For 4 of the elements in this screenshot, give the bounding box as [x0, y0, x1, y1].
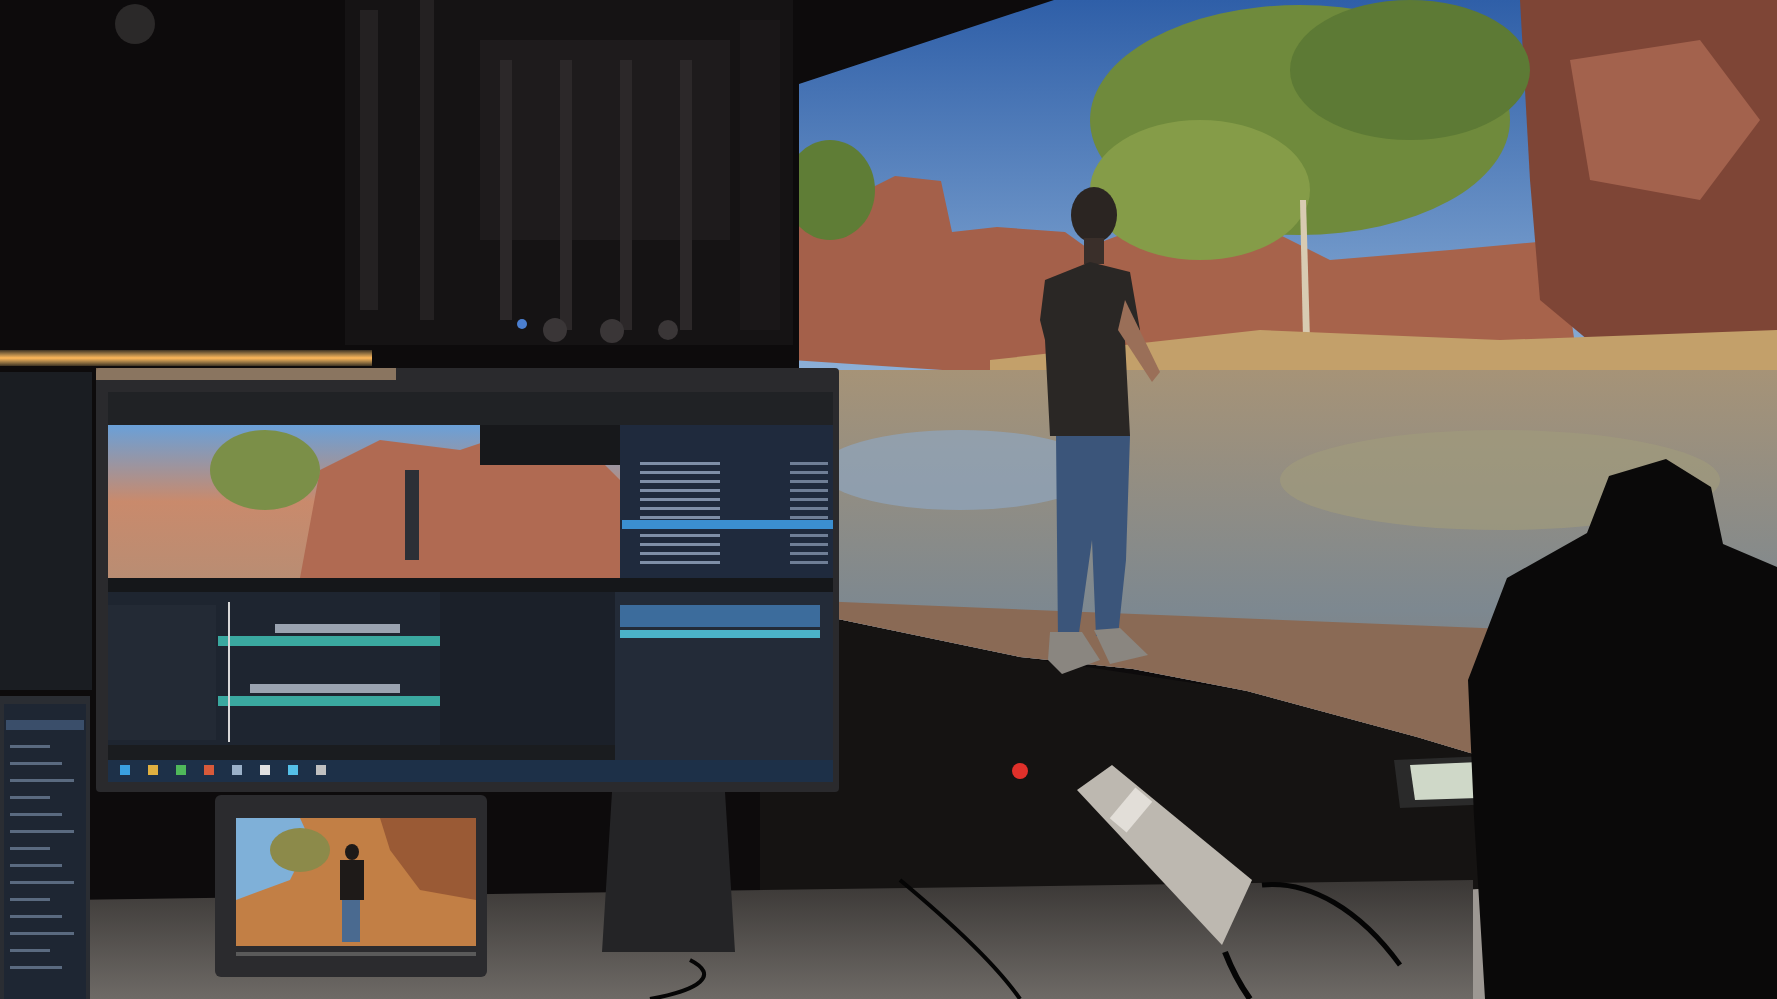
cable — [649, 958, 706, 999]
cable — [1222, 950, 1253, 999]
spotlight-drawing — [115, 4, 155, 44]
indicator-light-icon — [1012, 763, 1028, 779]
